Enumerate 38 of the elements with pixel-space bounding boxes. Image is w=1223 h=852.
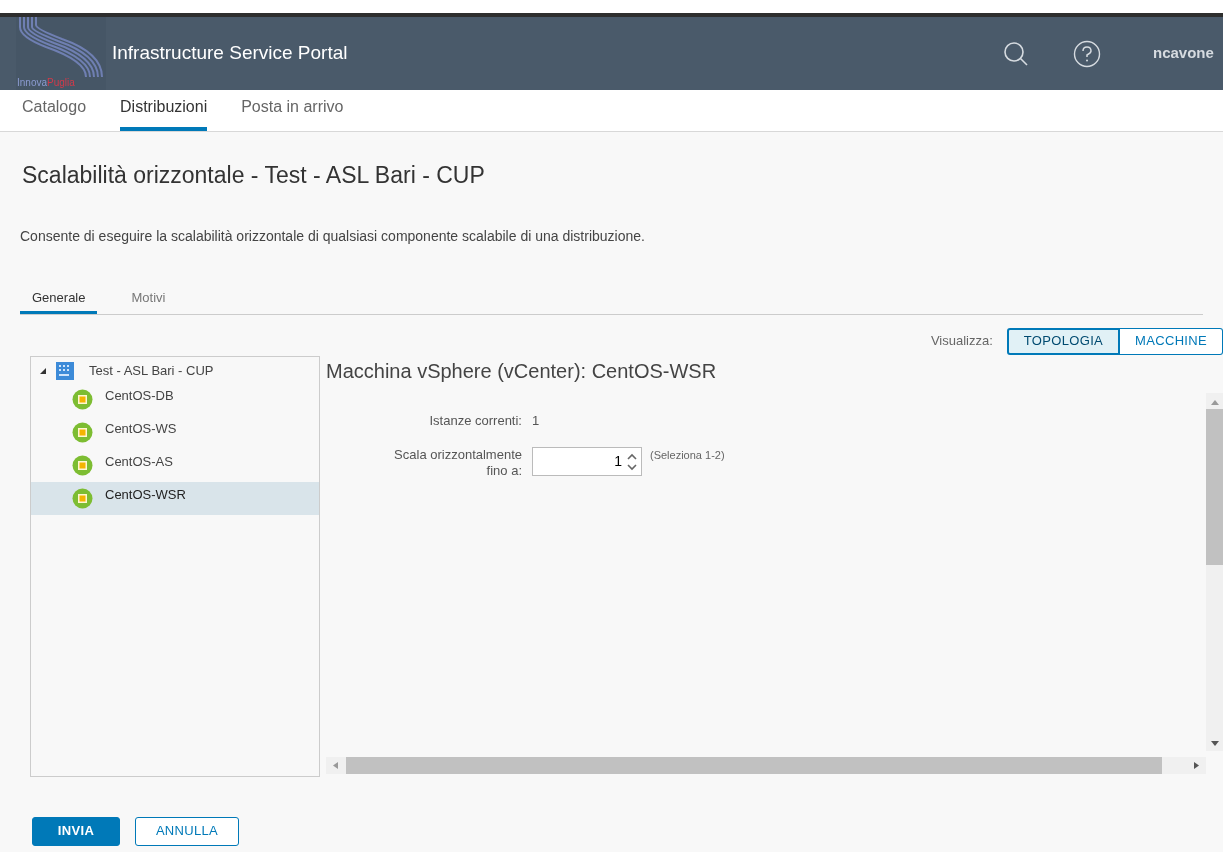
cancel-button[interactable]: ANNULLA <box>135 816 239 846</box>
spinner-icon[interactable] <box>626 451 638 472</box>
view-toggle-button[interactable]: TOPOLOGIA <box>1006 327 1121 355</box>
nav-tab[interactable]: Distribuzioni <box>120 95 208 131</box>
form-tab[interactable]: Motivi <box>119 288 178 314</box>
field-label: Istanze correnti: <box>428 411 522 430</box>
grid-icon <box>55 360 75 381</box>
tree-item[interactable]: CentOS-WSR <box>31 481 319 515</box>
number-input[interactable]: 1 <box>532 447 642 476</box>
field-label: Scala orizzontalmente fino a: <box>393 447 522 479</box>
user-name[interactable]: ncavone <box>1153 42 1223 65</box>
view-toggle-button[interactable]: MACCHINE <box>1120 327 1223 355</box>
machine-icon <box>72 487 93 509</box>
tree-item[interactable]: CentOS-AS <box>31 448 319 482</box>
horizontal-scrollbar[interactable] <box>326 756 1206 774</box>
machine-icon <box>72 421 93 443</box>
field-hint: (Seleziona 1-2) <box>650 448 725 463</box>
submit-button[interactable]: INVIA <box>32 816 120 846</box>
logo: InnovaPuglia <box>16 17 106 90</box>
portal-title: Infrastructure Service Portal <box>112 41 348 66</box>
help-icon[interactable] <box>1073 39 1101 68</box>
tree-item[interactable]: CentOS-DB <box>31 382 319 416</box>
machine-icon <box>72 454 93 476</box>
description: Consente di eseguire la scalabilità orizzontale di qualsiasi componente scalabile di una distribuzione. <box>20 226 646 246</box>
number-value[interactable]: 1 <box>542 451 622 472</box>
nav-tab[interactable]: Posta in arrivo <box>241 95 344 131</box>
nav-tab[interactable]: Catalogo <box>22 95 87 131</box>
view-label: Visualizza: <box>930 332 993 351</box>
tree-item[interactable]: CentOS-WS <box>31 415 319 449</box>
form-tab[interactable]: Generale <box>20 288 98 314</box>
machine-icon <box>72 388 93 410</box>
tree-item[interactable]: Test - ASL Bari - CUP <box>89 360 214 381</box>
field-value: 1 <box>532 411 540 430</box>
page-title: Scalabilità orizzontale - Test - ASL Bari - CUP <box>21 161 486 190</box>
caret-icon[interactable] <box>39 366 47 375</box>
detail-title: Macchina vSphere (vCenter): CentOS-WSR <box>326 358 718 384</box>
vertical-scrollbar[interactable] <box>1206 392 1223 751</box>
search-icon[interactable] <box>1003 40 1029 67</box>
